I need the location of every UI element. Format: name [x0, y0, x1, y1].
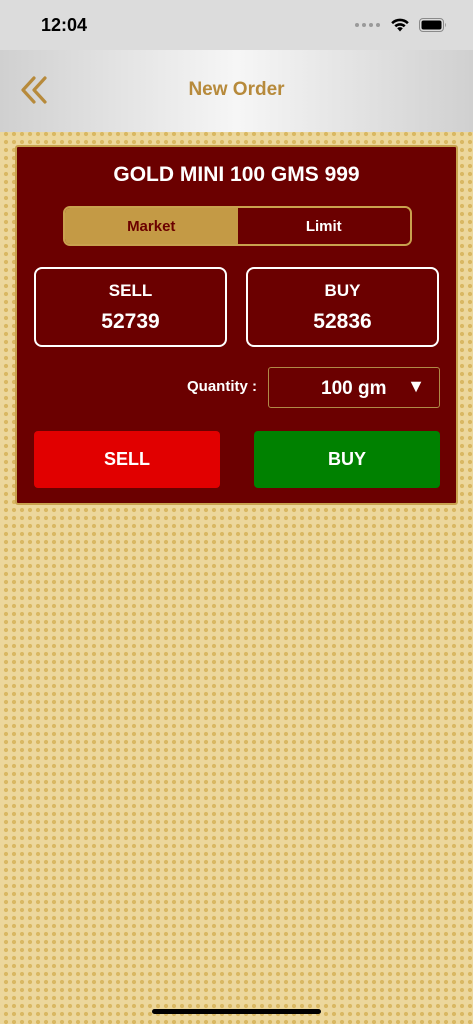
status-time: 12:04: [41, 15, 88, 35]
status-icons: [355, 17, 447, 32]
quantity-label: Quantity :: [187, 378, 257, 395]
page-title: New Order: [188, 79, 285, 100]
product-name: GOLD MINI 100 GMS 999: [113, 163, 360, 186]
order-type-segment: Market Limit: [63, 206, 412, 246]
sell-quote-label: SELL: [108, 281, 153, 300]
status-bar: 12:04: [0, 0, 473, 50]
quantity-value: 100 gm: [321, 378, 387, 399]
order-card: GOLD MINI 100 GMS 999 Market Limit SELL …: [15, 145, 458, 505]
quantity-dropdown[interactable]: 100 gm ▼: [268, 367, 440, 408]
header-bar: New Order: [0, 50, 473, 132]
tab-limit[interactable]: Limit: [237, 208, 410, 244]
battery-icon: [419, 17, 446, 32]
sell-price: 52739: [101, 310, 160, 333]
sell-button[interactable]: SELL: [34, 431, 220, 488]
dropdown-arrow-icon: ▼: [407, 376, 425, 396]
signal-dots-icon: [355, 22, 380, 27]
home-indicator: [152, 1009, 321, 1014]
tab-market[interactable]: Market: [65, 208, 238, 244]
wifi-icon: [391, 18, 409, 32]
sell-quote-box[interactable]: SELL 52739: [34, 267, 227, 347]
buy-price: 52836: [313, 310, 372, 333]
buy-quote-label: BUY: [324, 281, 361, 300]
buy-quote-box[interactable]: BUY 52836: [246, 267, 439, 347]
buy-button[interactable]: BUY: [254, 431, 440, 488]
